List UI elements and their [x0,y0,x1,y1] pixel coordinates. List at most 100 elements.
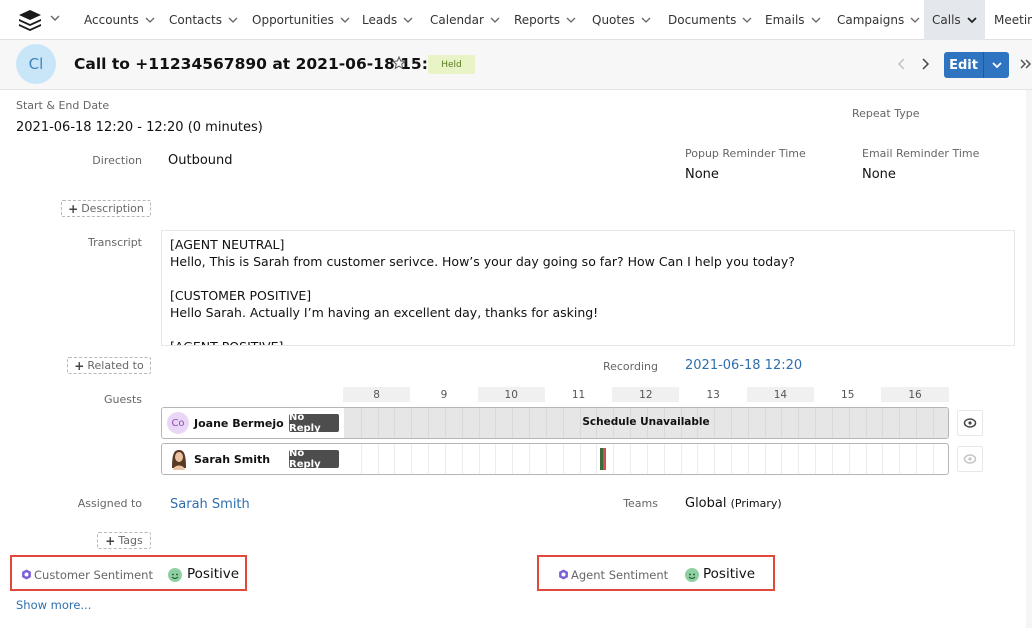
customer-sentiment-label: Customer Sentiment [34,568,153,582]
chevron-right-icon[interactable] [919,57,931,71]
chevron-down-icon [967,17,977,24]
add-tags-button[interactable]: + Tags [97,532,151,549]
chevron-down-icon [566,17,576,23]
scheduled-event-marker [600,448,607,470]
sentiment-badge-icon [22,569,31,580]
schedule-grid-line [529,444,531,474]
guest-row: Schedule Unavailable Co Joane Bermejo No… [161,407,949,439]
guest-status-badge: No Reply [289,448,339,470]
nav-opportunities[interactable]: Opportunities [252,0,350,40]
schedule-grid-line [848,444,850,474]
nav-calendar[interactable]: Calendar [430,0,500,40]
record-avatar: Cl [16,44,56,84]
eye-icon [963,418,977,428]
popup-reminder-value: None [685,167,719,182]
schedule-grid-line [730,444,732,474]
nav-label: Emails [765,13,805,27]
schedule-grid-line [815,444,817,474]
nav-label: Meetings [994,13,1032,27]
schedule-hour-label: 16 [881,387,949,402]
app-logo-icon[interactable] [18,9,42,31]
team-primary-suffix: (Primary) [730,497,782,510]
nav-label: Leads [362,13,398,27]
edit-button[interactable]: Edit [944,52,1009,78]
schedule-grid-line [495,444,497,474]
schedule-grid-line [579,444,581,474]
view-schedule-button[interactable] [957,410,983,436]
transcript-box[interactable]: [AGENT NEUTRAL] Hello, This is Sarah fro… [161,230,1015,346]
smiley-icon [685,568,699,582]
chevron-left-icon[interactable] [896,57,908,71]
double-chevron-right-icon[interactable] [1019,57,1032,71]
schedule-grid-line [899,444,901,474]
show-more-link[interactable]: Show more... [16,598,91,612]
guest-info: Sarah Smith No Reply [162,444,344,474]
teams-value: Global (Primary) [685,496,782,511]
nav-contacts[interactable]: Contacts [169,0,238,40]
assigned-to-link[interactable]: Sarah Smith [170,497,250,512]
schedule-grid-line [663,444,665,474]
start-end-date-label: Start & End Date [16,99,110,112]
nav-quotes[interactable]: Quotes [592,0,651,40]
chevron-down-icon [811,17,821,23]
nav-accounts[interactable]: Accounts [84,0,155,40]
guest-avatar: Co [167,412,189,434]
nav-leads[interactable]: Leads [362,0,413,40]
star-icon[interactable] [392,56,406,70]
guest-name[interactable]: Sarah Smith [194,453,270,466]
schedule-grid-line [613,444,615,474]
add-description-button[interactable]: + Description [61,200,151,217]
top-navigation: Accounts Contacts Opportunities Leads Ca… [0,0,1032,40]
schedule-grid-line [478,444,480,474]
chevron-down-icon [991,62,1002,69]
schedule-unavailable-text: Schedule Unavailable [582,416,710,428]
nav-label: Calls [932,13,961,27]
chevron-down-icon[interactable] [49,12,61,24]
nav-calls[interactable]: Calls [924,0,985,40]
guest-name[interactable]: Joane Bermejo [194,417,284,430]
schedule-grid-line [916,444,918,474]
schedule-grid-line [646,444,648,474]
nav-campaigns[interactable]: Campaigns [837,0,920,40]
nav-emails[interactable]: Emails [765,0,821,40]
edit-button-label[interactable]: Edit [944,52,984,78]
schedule-grid-line [747,444,749,474]
nav-documents[interactable]: Documents [668,0,752,40]
agent-sentiment-value: Positive [703,566,756,582]
schedule-grid-line [932,444,934,474]
customer-sentiment-value: Positive [187,566,240,582]
nav-reports[interactable]: Reports [514,0,576,40]
eye-icon [963,454,977,464]
page-scrollbar-track[interactable] [1026,90,1032,628]
transcript-line: Hello, This is Sarah from customer seriv… [170,254,795,269]
chevron-down-icon [641,17,651,23]
recording-link[interactable]: 2021-06-18 12:20 [685,358,802,373]
email-reminder-value: None [862,167,896,182]
schedule-grid-line [377,444,379,474]
schedule-grid-line [562,444,564,474]
schedule-grid-line [764,444,766,474]
schedule-grid-line [781,444,783,474]
add-related-to-button[interactable]: + Related to [67,357,151,374]
schedule-grid-line [714,444,716,474]
assigned-to-label: Assigned to [77,497,142,510]
nav-meetings[interactable]: Meetings [994,0,1032,40]
nav-label: Opportunities [252,13,334,27]
schedule-hour-label: 15 [841,388,855,401]
transcript-line: Hello Sarah. Actually I’m having an exce… [170,305,599,320]
repeat-type-label: Repeat Type [852,107,920,120]
plus-icon: + [68,201,79,216]
schedule-grid-line [831,444,833,474]
schedule-grid-line [461,444,463,474]
schedule-grid-line [444,444,446,474]
add-description-label: Description [81,202,144,215]
schedule-grid-line [865,444,867,474]
view-schedule-button[interactable] [957,446,983,472]
schedule-grid-line [697,444,699,474]
schedule-grid-line [428,444,430,474]
agent-sentiment-label: Agent Sentiment [571,568,669,582]
edit-dropdown-toggle[interactable] [984,52,1009,78]
guest-status-badge: No Reply [289,412,339,434]
transcript-line: [AGENT NEUTRAL] [170,237,285,252]
transcript-line: [AGENT POSITIVE] [170,338,1006,345]
